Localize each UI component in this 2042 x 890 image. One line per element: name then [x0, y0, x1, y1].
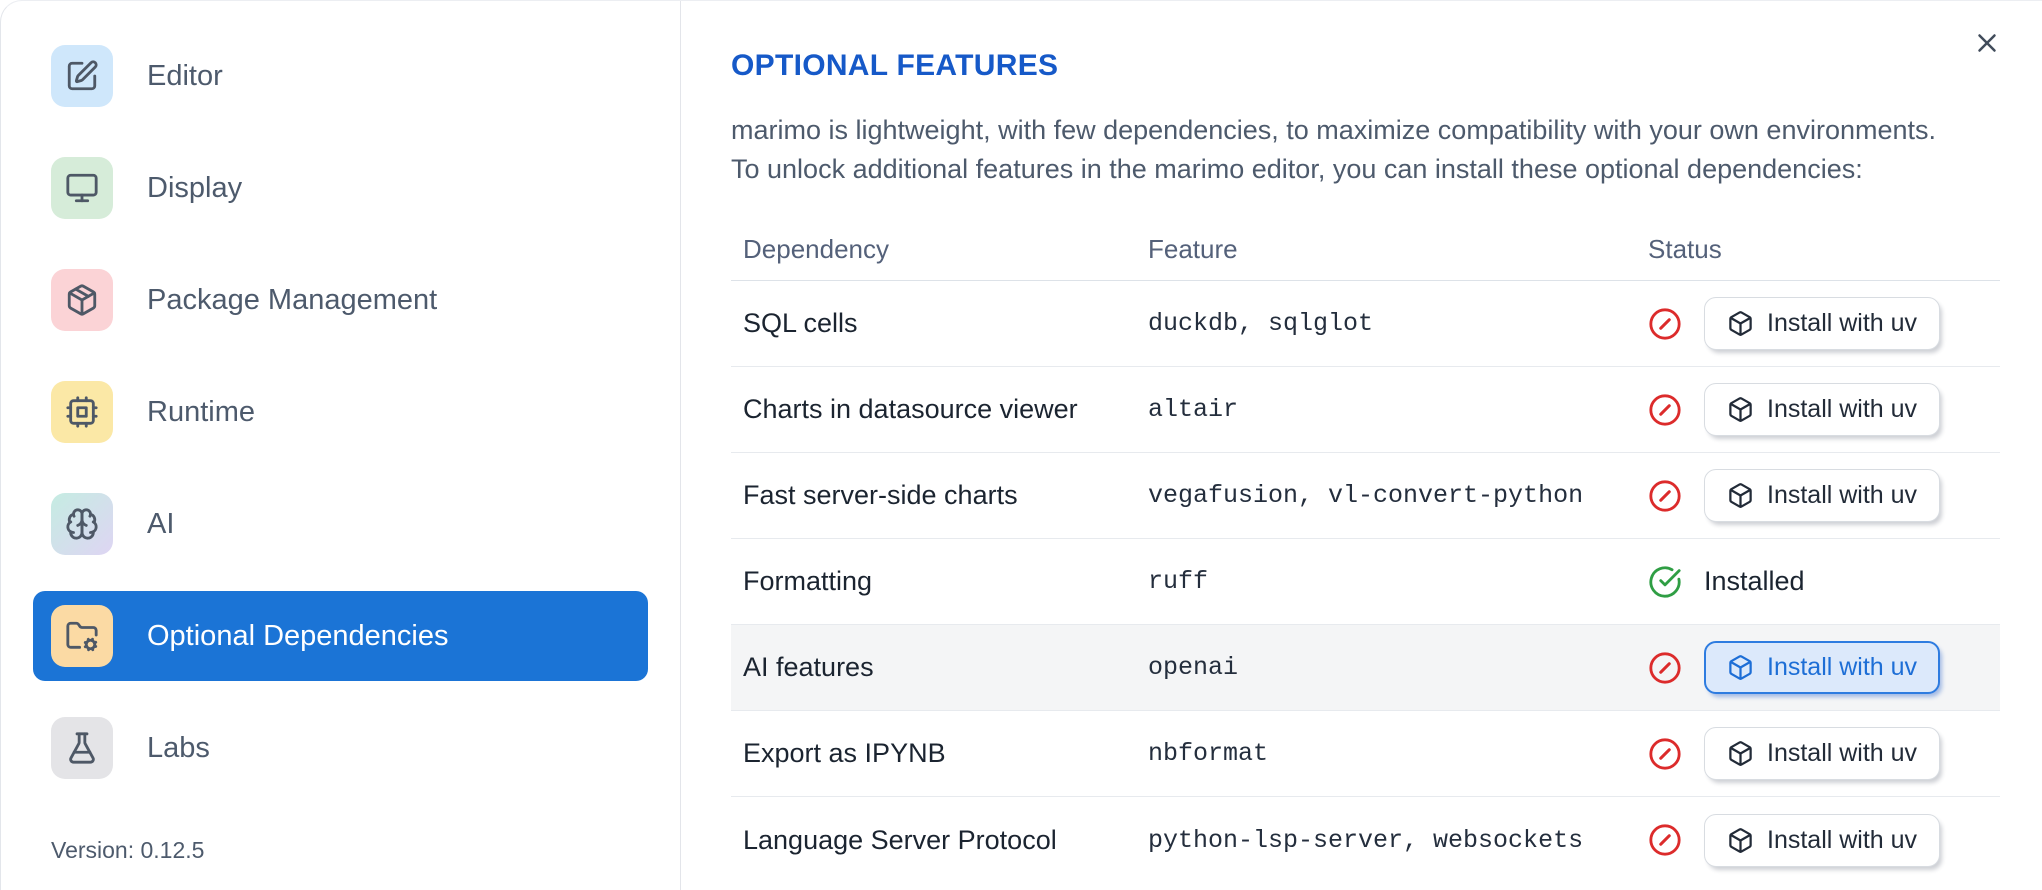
circle-x-icon [1648, 393, 1682, 427]
dependency-name: Language Server Protocol [743, 824, 1057, 855]
status-cell: Install with uv [1648, 727, 2000, 781]
circle-x-icon [1648, 737, 1682, 771]
sidebar-item-label: Package Management [147, 283, 438, 316]
sidebar-item-display[interactable]: Display [33, 143, 648, 233]
sidebar-item-label: Labs [147, 731, 210, 764]
feature-packages: duckdb, sqlglot [1148, 309, 1374, 339]
brain-icon [51, 493, 113, 555]
box-icon [1729, 827, 1752, 853]
circle-check-icon [1648, 565, 1682, 599]
column-header-feature: Feature [1148, 234, 1238, 265]
settings-dialog: Editor Display Package Management Runtim… [0, 0, 2042, 890]
feature-packages: ruff [1148, 567, 1209, 597]
box-icon [1729, 655, 1752, 681]
version-label: Version: 0.12.5 [51, 837, 205, 863]
monitor-icon [51, 157, 113, 219]
flask-icon [51, 717, 113, 779]
sidebar-item-labs[interactable]: Labs [33, 703, 648, 793]
description-line: marimo is lightweight, with few dependen… [731, 115, 1937, 145]
package-icon [51, 269, 113, 331]
feature-packages: altair [1148, 395, 1239, 425]
table-row: Fast server-side charts vegafusion, vl-c… [731, 453, 2000, 540]
table-header-row: Dependency Feature Status [731, 219, 2000, 282]
sidebar-item-editor[interactable]: Editor [33, 31, 648, 121]
dependency-name: SQL cells [743, 308, 858, 339]
circle-x-icon [1648, 479, 1682, 513]
sidebar-item-label: Editor [147, 59, 223, 92]
status-cell: Install with uv [1648, 383, 2000, 437]
table-row: Language Server Protocol python-lsp-serv… [731, 797, 2000, 883]
table-row: Charts in datasource viewer altair Insta… [731, 367, 2000, 454]
status-cell: Install with uv [1648, 641, 2000, 695]
optional-features-panel: OPTIONAL FEATURES marimo is lightweight,… [681, 1, 2042, 890]
cpu-icon [51, 381, 113, 443]
settings-sidebar: Editor Display Package Management Runtim… [1, 1, 681, 890]
install-with-uv-button[interactable]: Install with uv [1704, 383, 1941, 437]
sidebar-item-label: Display [147, 171, 243, 204]
installed-status-label: Installed [1704, 566, 1805, 597]
sidebar-item-optional-dependencies[interactable]: Optional Dependencies [33, 591, 648, 681]
dependency-name: AI features [743, 652, 874, 683]
close-icon[interactable] [1970, 27, 2004, 61]
install-button-label: Install with uv [1767, 481, 1918, 510]
circle-x-icon [1648, 823, 1682, 857]
description: marimo is lightweight, with few dependen… [731, 111, 2000, 189]
feature-packages: nbformat [1148, 739, 1269, 769]
dependency-name: Export as IPYNB [743, 738, 946, 769]
dependency-name: Fast server-side charts [743, 480, 1018, 511]
sidebar-item-label: AI [147, 507, 175, 540]
status-cell: Install with uv [1648, 469, 2000, 523]
page-title: OPTIONAL FEATURES [731, 49, 1059, 82]
dependency-name: Charts in datasource viewer [743, 394, 1078, 425]
install-with-uv-button[interactable]: Install with uv [1704, 641, 1941, 695]
square-pen-icon [51, 45, 113, 107]
table-row: Formatting ruff Installed [731, 539, 2000, 626]
box-icon [1729, 741, 1752, 767]
install-button-label: Install with uv [1767, 825, 1918, 854]
install-button-label: Install with uv [1767, 653, 1918, 682]
install-button-label: Install with uv [1767, 309, 1918, 338]
sidebar-item-ai[interactable]: AI [33, 479, 648, 569]
box-icon [1729, 311, 1752, 337]
dependency-name: Formatting [743, 566, 873, 597]
sidebar-item-label: Optional Dependencies [147, 619, 449, 652]
box-icon [1729, 483, 1752, 509]
feature-packages: openai [1148, 653, 1239, 683]
feature-packages: vegafusion, vl-convert-python [1148, 481, 1584, 511]
table-row: AI features openai Install with uv [731, 625, 2000, 712]
install-button-label: Install with uv [1767, 395, 1918, 424]
sidebar-item-label: Runtime [147, 395, 255, 428]
circle-x-icon [1648, 651, 1682, 685]
install-button-label: Install with uv [1767, 739, 1918, 768]
sidebar-item-runtime[interactable]: Runtime [33, 367, 648, 457]
feature-packages: python-lsp-server, websockets [1148, 825, 1584, 855]
install-with-uv-button[interactable]: Install with uv [1704, 727, 1941, 781]
table-row: Export as IPYNB nbformat Install with uv [731, 711, 2000, 798]
table-row: SQL cells duckdb, sqlglot Install with u… [731, 281, 2000, 368]
folder-cog-icon [51, 605, 113, 667]
install-with-uv-button[interactable]: Install with uv [1704, 469, 1941, 523]
status-cell: Install with uv [1648, 813, 2000, 867]
column-header-status: Status [1648, 234, 1722, 265]
description-line: To unlock additional features in the mar… [731, 154, 1863, 185]
sidebar-item-package-management[interactable]: Package Management [33, 255, 648, 345]
install-with-uv-button[interactable]: Install with uv [1704, 813, 1941, 867]
status-cell: Install with uv [1648, 297, 2000, 351]
circle-x-icon [1648, 307, 1682, 341]
box-icon [1729, 397, 1752, 423]
install-with-uv-button[interactable]: Install with uv [1704, 297, 1941, 351]
dependencies-table: Dependency Feature Status SQL cells duck… [731, 219, 2000, 883]
column-header-dependency: Dependency [743, 234, 889, 265]
status-cell: Installed [1648, 565, 2000, 599]
